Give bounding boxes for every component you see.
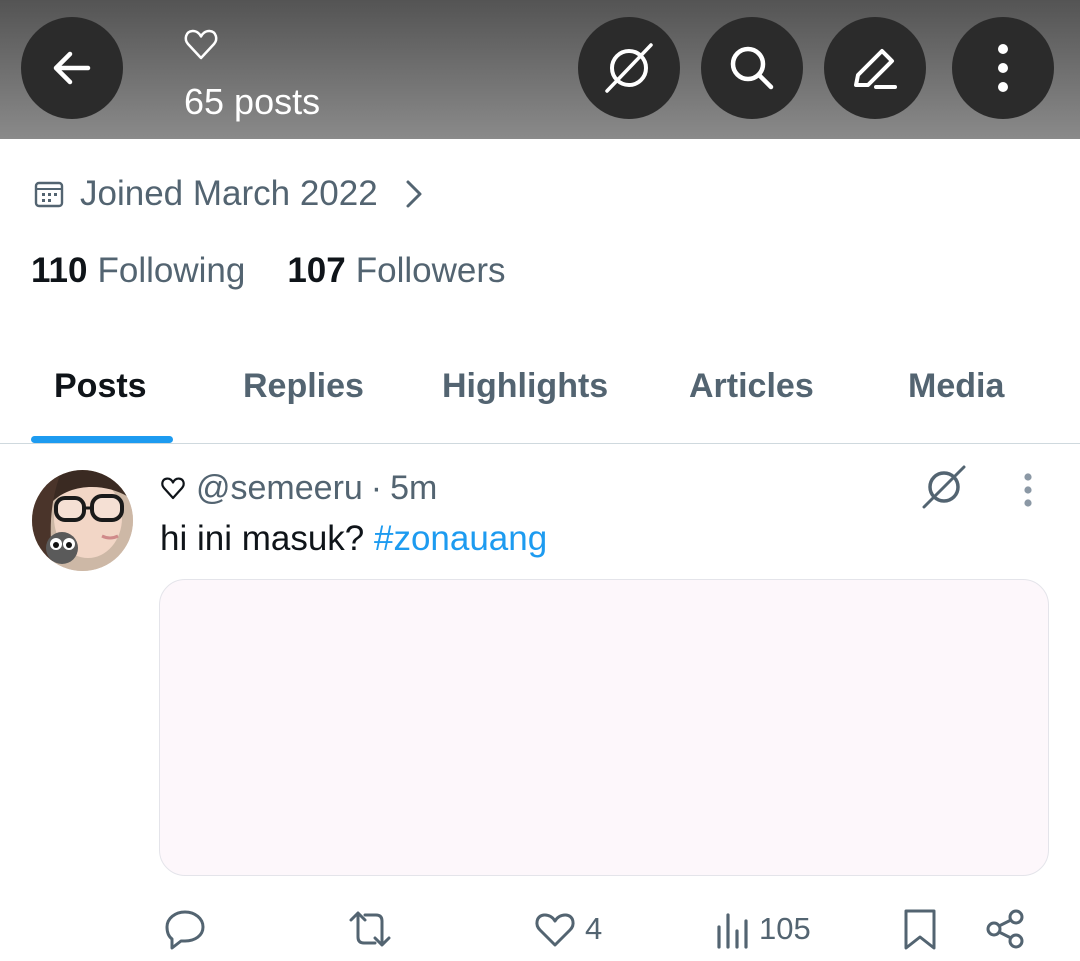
post-actions: 4 105 — [0, 900, 1080, 960]
hashtag-link[interactable]: #zonauang — [374, 519, 547, 558]
no-ads-button[interactable] — [578, 17, 680, 119]
repost-icon — [349, 911, 391, 947]
followers-link[interactable]: 107 Followers — [287, 251, 505, 291]
tab-posts[interactable]: Posts — [54, 366, 147, 406]
avatar-image — [32, 470, 133, 571]
tab-highlights[interactable]: Highlights — [442, 366, 608, 406]
joined-date-text: Joined March 2022 — [80, 174, 378, 213]
more-vertical-icon[interactable] — [1010, 470, 1046, 510]
post-handle[interactable]: @semeeru — [196, 469, 363, 508]
circle-slash-icon[interactable] — [920, 463, 968, 511]
bookmark-button[interactable] — [898, 906, 942, 952]
post-text: hi ini masuk? #zonauang — [160, 518, 547, 560]
heart-outline-icon — [535, 913, 575, 947]
edit-button[interactable] — [824, 17, 926, 119]
post-time[interactable]: 5m — [390, 469, 437, 508]
search-button[interactable] — [701, 17, 803, 119]
followers-label: Followers — [355, 251, 506, 290]
followers-count: 107 — [287, 251, 346, 290]
follow-stats: 110 Following 107 Followers — [31, 248, 506, 294]
views-button[interactable]: 105 — [715, 906, 811, 952]
joined-date-row[interactable]: Joined March 2022 — [34, 170, 428, 218]
heart-outline-icon — [161, 477, 185, 500]
profile-tabs: Posts Replies Highlights Articles Media — [0, 340, 1080, 444]
posts-count: 65 posts — [184, 81, 321, 122]
profile-header: 65 posts — [0, 0, 1080, 139]
like-count: 4 — [585, 911, 603, 946]
post-media[interactable] — [159, 579, 1049, 876]
back-button[interactable] — [21, 17, 123, 119]
more-vertical-icon — [998, 44, 1008, 92]
bar-chart-icon — [717, 913, 748, 949]
search-icon — [730, 46, 774, 90]
avatar[interactable] — [32, 470, 133, 571]
following-link[interactable]: 110 Following — [31, 251, 245, 291]
more-options-button[interactable] — [952, 17, 1054, 119]
bookmark-icon — [904, 909, 936, 950]
active-tab-indicator — [31, 436, 173, 443]
reply-icon — [165, 910, 205, 950]
circle-slash-icon — [605, 43, 653, 93]
following-label: Following — [97, 251, 246, 290]
pencil-icon — [854, 49, 897, 89]
reply-button[interactable] — [162, 906, 216, 952]
post-body: hi ini masuk? — [160, 519, 374, 558]
tab-articles[interactable]: Articles — [689, 366, 814, 406]
following-count: 110 — [31, 251, 88, 290]
like-button[interactable]: 4 — [533, 906, 602, 952]
repost-button[interactable] — [345, 906, 403, 952]
share-icon — [986, 909, 1024, 949]
views-count: 105 — [759, 911, 811, 946]
share-button[interactable] — [983, 906, 1027, 952]
arrow-left-icon — [53, 51, 91, 85]
chevron-right-icon — [406, 180, 422, 208]
tab-replies[interactable]: Replies — [243, 366, 364, 406]
calendar-icon — [34, 181, 64, 208]
heart-outline-icon — [184, 29, 218, 60]
post-header: @semeeru · 5m — [160, 467, 437, 509]
tab-media[interactable]: Media — [908, 366, 1004, 406]
meta-separator: · — [370, 468, 383, 507]
